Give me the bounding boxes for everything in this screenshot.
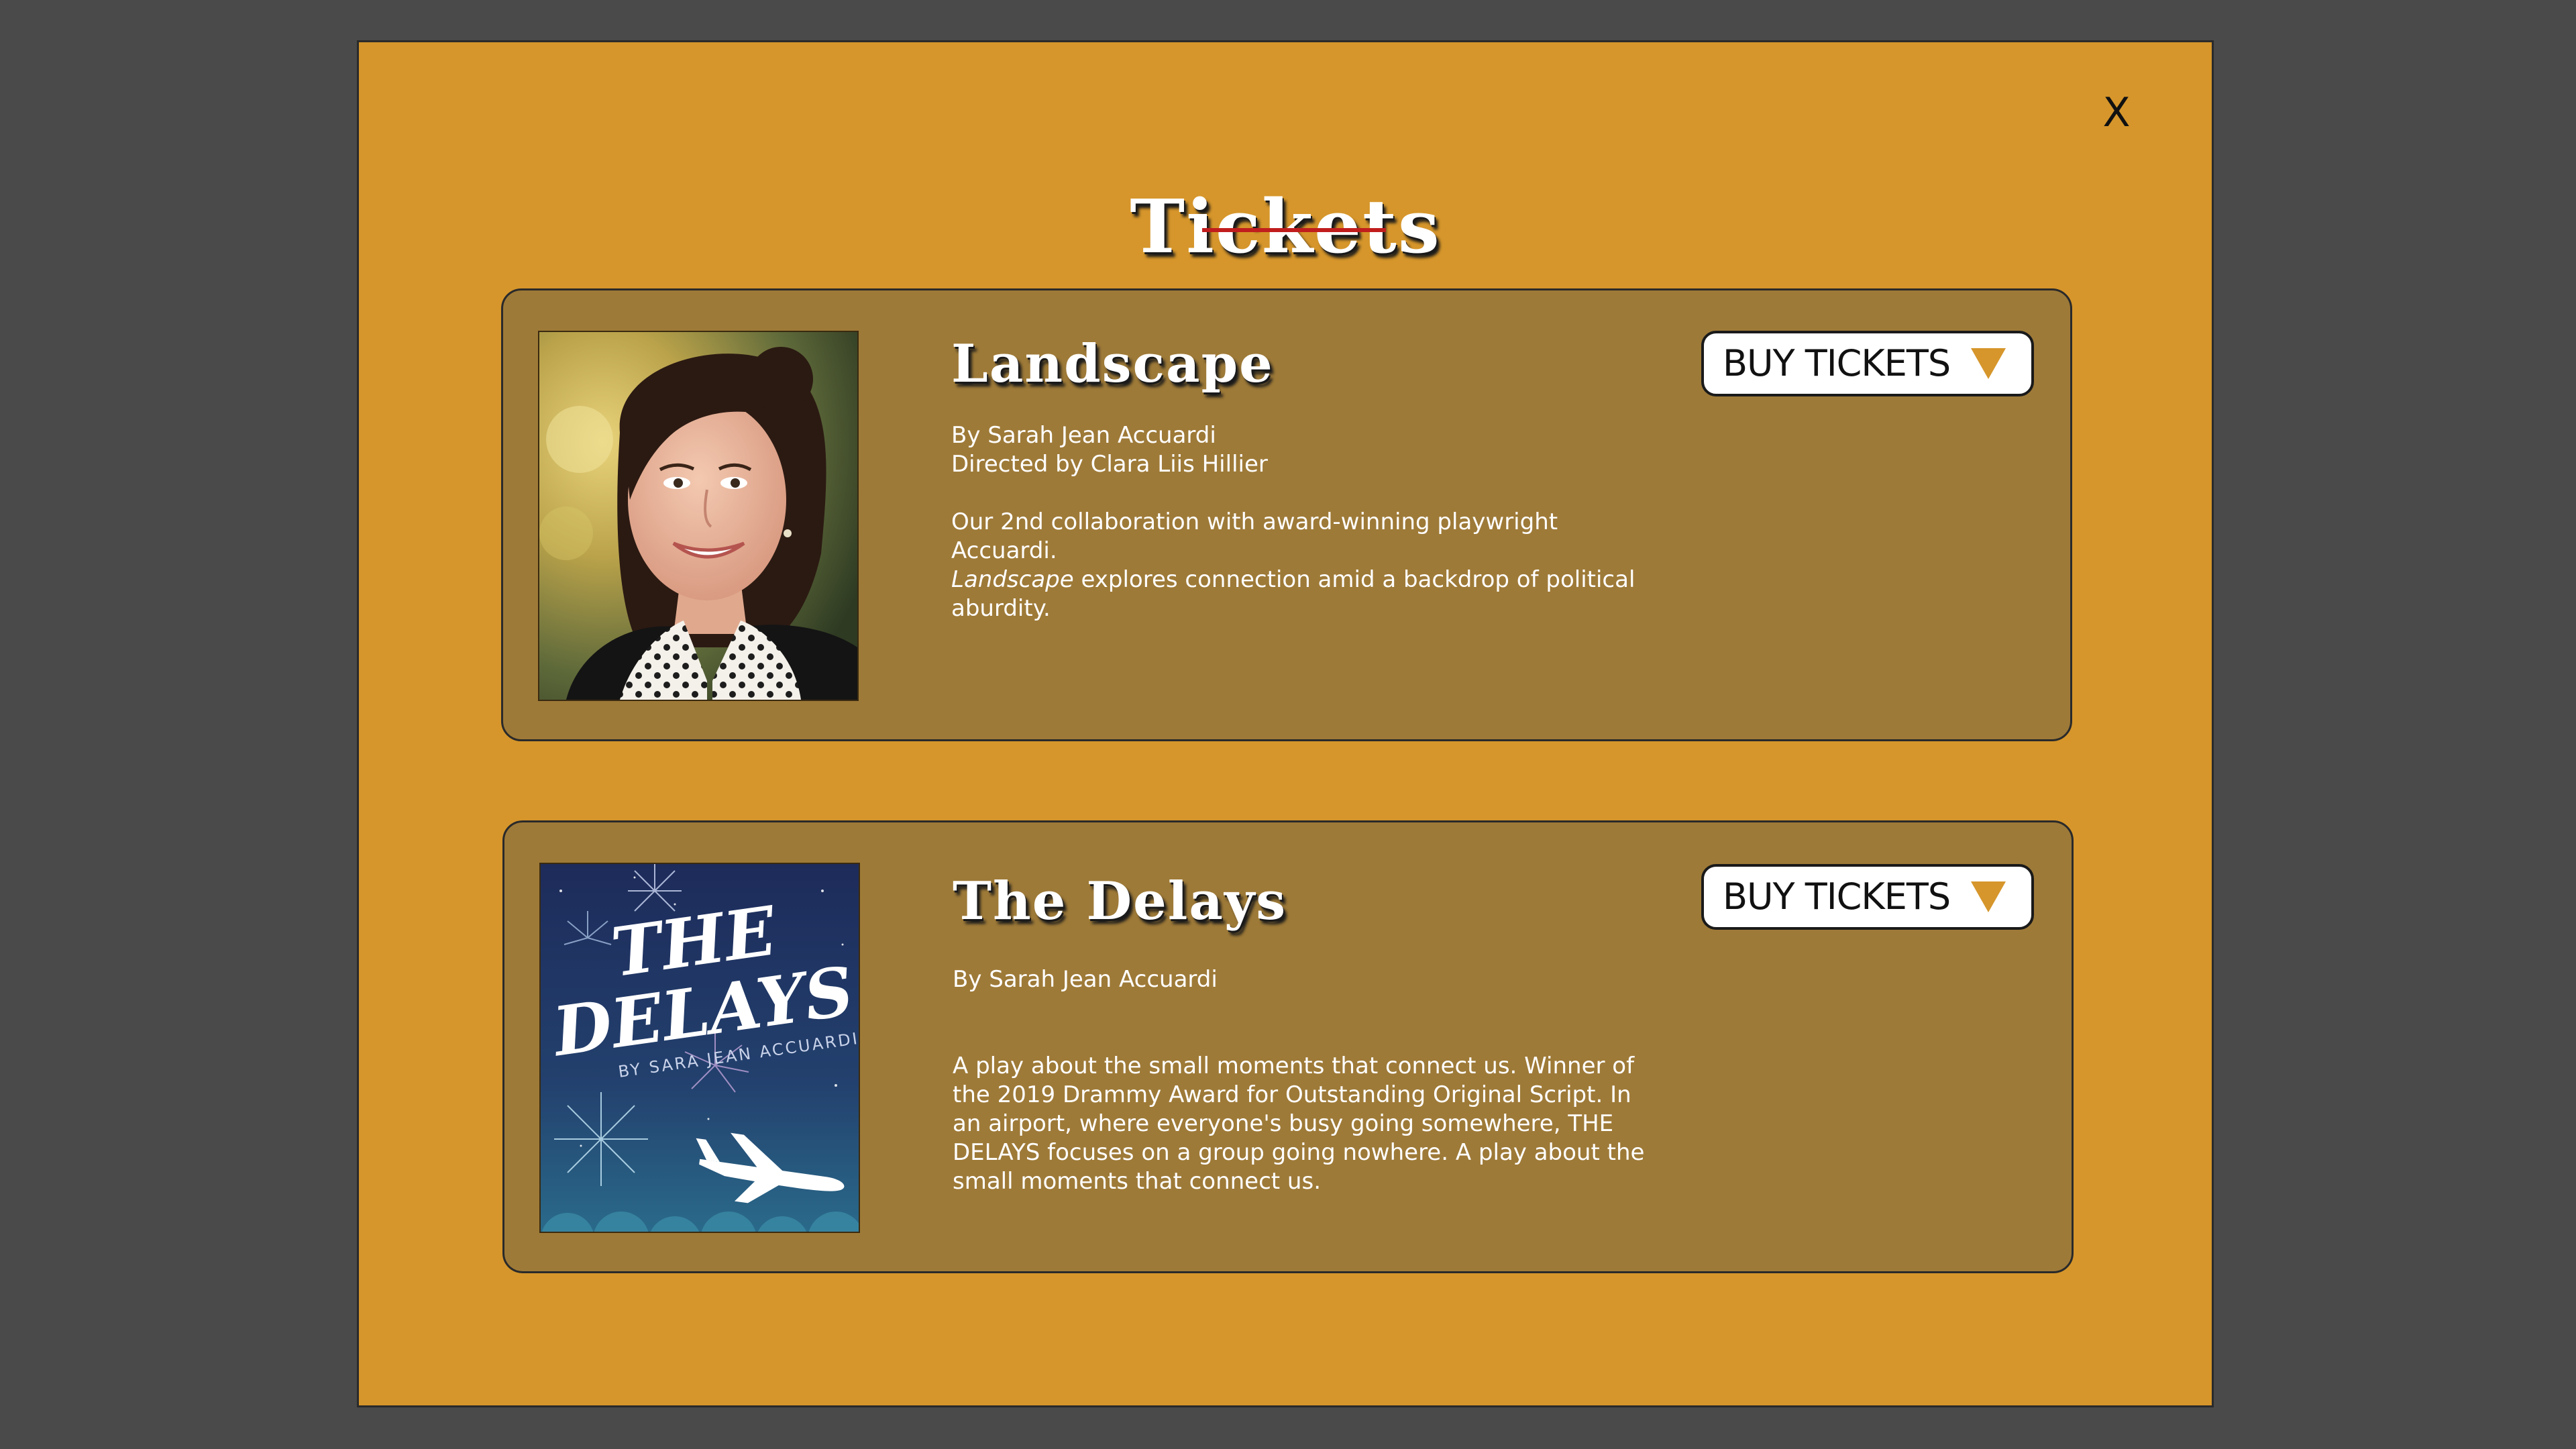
- buy-tickets-button-landscape[interactable]: BUY TICKETS: [1701, 331, 2034, 396]
- description-italic-title: Landscape: [951, 566, 1074, 593]
- show-director: Directed by Clara Liis Hillier: [951, 451, 1268, 478]
- landscape-poster-image: [538, 331, 859, 701]
- portrait-photo-icon: [539, 332, 857, 700]
- show-author: By Sarah Jean Accuardi: [951, 422, 1216, 449]
- show-description: A play about the small moments that conn…: [953, 1053, 1645, 1195]
- chevron-down-icon: [1971, 881, 2006, 912]
- show-author: By Sarah Jean Accuardi: [953, 966, 1218, 993]
- airplane-fireworks-poster-icon: THE DELAYS BY SARA JEAN ACCUARDI: [541, 864, 859, 1232]
- tickets-modal: X Tickets Landscape By Sarah Jean Accuar…: [357, 40, 2214, 1407]
- show-description: Our 2nd collaboration with award-winning…: [951, 508, 1662, 623]
- description-body: Landscape explores connection amid a bac…: [951, 566, 1662, 623]
- page-title: Tickets: [1130, 183, 1441, 270]
- close-button[interactable]: X: [2086, 83, 2147, 143]
- chevron-down-icon: [1971, 348, 2006, 379]
- buy-tickets-button-the-delays[interactable]: BUY TICKETS: [1701, 864, 2034, 930]
- show-title: Landscape: [951, 333, 1274, 394]
- the-delays-poster-image: THE DELAYS BY SARA JEAN ACCUARDI: [539, 863, 860, 1233]
- show-title: The Delays: [953, 871, 1287, 932]
- title-underline: [1202, 228, 1386, 232]
- buy-tickets-label: BUY TICKETS: [1723, 875, 1951, 918]
- description-line: Our 2nd collaboration with award-winning…: [951, 508, 1558, 564]
- show-card-landscape: Landscape By Sarah Jean Accuardi Directe…: [501, 288, 2072, 741]
- buy-tickets-label: BUY TICKETS: [1723, 342, 1951, 384]
- show-card-the-delays: THE DELAYS BY SARA JEAN ACCUARDI The Del…: [502, 820, 2074, 1273]
